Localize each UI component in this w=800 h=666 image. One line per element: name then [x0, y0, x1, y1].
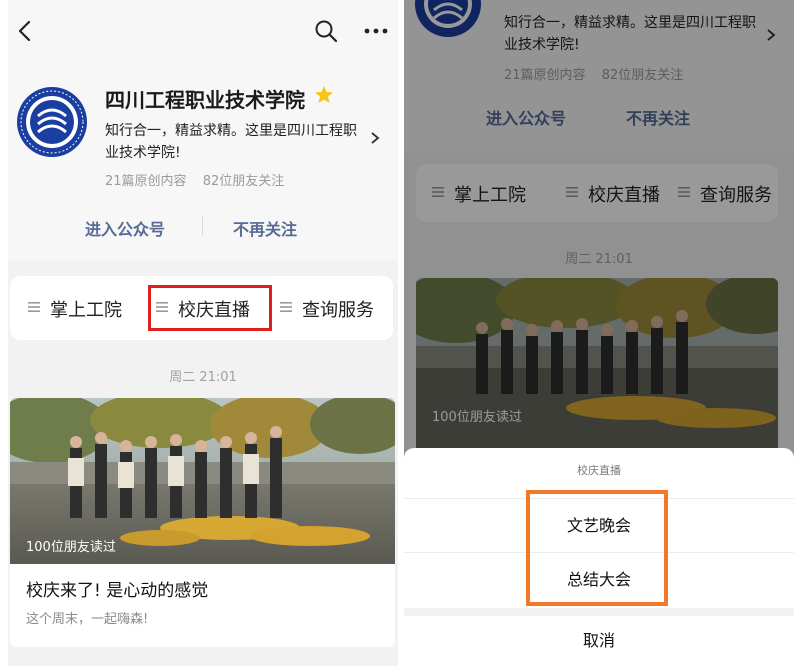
- article-card[interactable]: 100位朋友读过 校庆来了! 是心动的感觉 这个周末，一起嗨森!: [10, 398, 395, 647]
- message-timestamp: 周二 21:01: [169, 370, 237, 385]
- article-subtitle: 这个周末，一起嗨森!: [26, 612, 149, 627]
- custom-menu-bar: 掌上工院 校庆直播 查询服务: [10, 276, 393, 340]
- top-bar: [8, 0, 398, 64]
- menu-item-chaxun[interactable]: 查询服务: [280, 296, 374, 322]
- menu-label: 掌上工院: [50, 300, 122, 321]
- back-icon[interactable]: [14, 18, 38, 44]
- star-icon: [315, 86, 333, 103]
- hamburger-icon: [280, 302, 292, 312]
- hamburger-icon: [28, 302, 40, 312]
- account-profile: 四川工程职业技术学院 知行合一，精益求精。这里是四川工程职业技术学院! 21篇原…: [8, 64, 398, 260]
- sheet-gap: [404, 608, 794, 616]
- highlight-orange-box: [526, 490, 668, 606]
- enter-account-button[interactable]: 进入公众号: [85, 216, 165, 240]
- search-icon[interactable]: [314, 19, 338, 43]
- cancel-button[interactable]: 取消: [404, 616, 794, 666]
- account-name: 四川工程职业技术学院: [105, 88, 305, 112]
- action-divider: [202, 216, 203, 236]
- menu-item-zhangshang[interactable]: 掌上工院: [28, 296, 122, 322]
- highlight-red-box: [148, 285, 272, 331]
- right-screen: 知行合一，精益求精。这里是四川工程职业技术学院! 21篇原创内容 82位朋友关注…: [404, 0, 794, 666]
- article-title[interactable]: 校庆来了! 是心动的感觉: [26, 576, 208, 601]
- account-stats: 21篇原创内容 82位朋友关注: [105, 170, 296, 189]
- friends-following: 82位朋友关注: [202, 174, 285, 189]
- original-count: 21篇原创内容: [105, 174, 187, 189]
- menu-label: 查询服务: [302, 300, 374, 321]
- chevron-right-icon[interactable]: [370, 131, 380, 145]
- more-dots-icon[interactable]: [362, 19, 390, 43]
- left-screen: 四川工程职业技术学院 知行合一，精益求精。这里是四川工程职业技术学院! 21篇原…: [8, 0, 398, 666]
- unfollow-button[interactable]: 不再关注: [233, 216, 297, 240]
- account-description[interactable]: 知行合一，精益求精。这里是四川工程职业技术学院!: [105, 120, 365, 164]
- sheet-title: 校庆直播: [577, 464, 621, 477]
- read-count: 100位朋友读过: [26, 540, 116, 555]
- school-logo-icon: [17, 87, 87, 157]
- action-sheet: 校庆直播 文艺晚会 总结大会 取消: [404, 448, 794, 666]
